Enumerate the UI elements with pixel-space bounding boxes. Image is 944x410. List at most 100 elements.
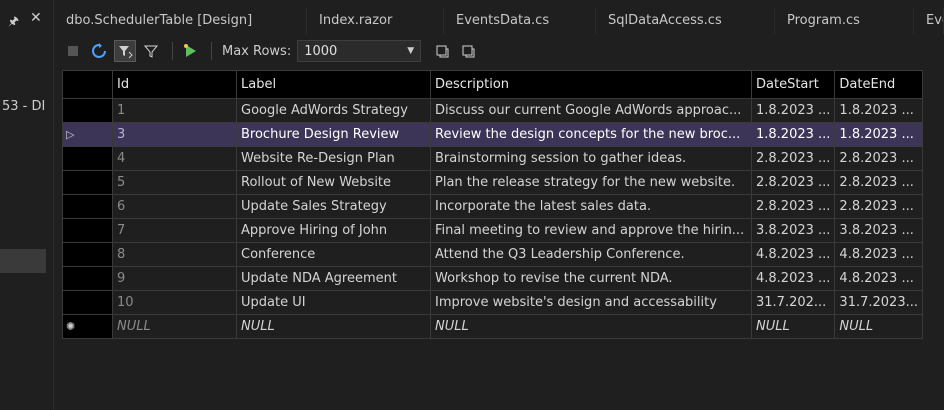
document-tabs: dbo.SchedulerTable [Design] Index.razor … <box>54 8 944 34</box>
cell-dateend[interactable]: 2.8.2023 ... <box>834 146 923 171</box>
cell-dateend[interactable]: 1.8.2023 ... <box>834 122 923 147</box>
cell-description[interactable]: Final meeting to review and approve the … <box>430 218 752 243</box>
max-rows-label: Max Rows: <box>222 43 292 59</box>
row-header[interactable] <box>62 242 113 267</box>
cell-dateend[interactable]: 2.8.2023 ... <box>834 194 923 219</box>
cell-datestart[interactable]: 1.8.2023 ... <box>750 122 836 147</box>
cell-description[interactable]: Review the design concepts for the new b… <box>430 122 752 147</box>
cell-label[interactable]: Update UI <box>236 290 431 315</box>
toolbar-separator <box>172 42 173 60</box>
filter-icon[interactable] <box>140 40 162 62</box>
cell-id[interactable]: 9 <box>112 266 237 291</box>
row-header[interactable] <box>62 170 113 195</box>
cell-label[interactable]: Update NDA Agreement <box>236 266 431 291</box>
cell-dateend[interactable]: NULL <box>834 314 923 339</box>
table-row[interactable]: 9 Update NDA Agreement Workshop to revis… <box>62 266 923 291</box>
side-panel-selected-item[interactable] <box>0 249 46 273</box>
cell-description[interactable]: Improve website's design and accessabili… <box>430 290 752 315</box>
column-header-datestart[interactable]: DateStart <box>750 70 836 99</box>
tab-events-data[interactable]: EventsData.cs <box>444 8 596 34</box>
table-row[interactable]: 1 Google AdWords Strategy Discuss our cu… <box>62 98 923 123</box>
cell-label[interactable]: NULL <box>236 314 431 339</box>
cell-id[interactable]: 1 <box>112 98 237 123</box>
pin-icon[interactable]: 🖈 <box>8 12 19 33</box>
table-row[interactable]: 8 Conference Attend the Q3 Leadership Co… <box>62 242 923 267</box>
cell-label[interactable]: Rollout of New Website <box>236 170 431 195</box>
table-row[interactable]: 4 Website Re-Design Plan Brainstorming s… <box>62 146 923 171</box>
stop-icon[interactable] <box>62 40 84 62</box>
row-header[interactable]: ▷ <box>62 122 113 147</box>
cell-id[interactable]: 3 <box>112 122 237 147</box>
cell-id[interactable]: NULL <box>112 314 237 339</box>
cell-id[interactable]: 7 <box>112 218 237 243</box>
cell-description[interactable]: Discuss our current Google AdWords appro… <box>430 98 752 123</box>
cell-label[interactable]: Update Sales Strategy <box>236 194 431 219</box>
cell-description[interactable]: Workshop to revise the current NDA. <box>430 266 752 291</box>
toolbar-separator <box>211 42 212 60</box>
column-header-description[interactable]: Description <box>430 70 752 99</box>
cell-datestart[interactable]: 3.8.2023 ... <box>750 218 836 243</box>
row-header[interactable] <box>62 194 113 219</box>
max-rows-value: 1000 <box>304 43 338 59</box>
new-row[interactable]: ✺ NULL NULL NULL NULL NULL <box>62 314 923 339</box>
script-icon[interactable] <box>431 40 453 62</box>
cell-datestart[interactable]: 2.8.2023 ... <box>750 170 836 195</box>
cell-description[interactable]: Brainstorming session to gather ideas. <box>430 146 752 171</box>
cell-dateend[interactable]: 4.8.2023 ... <box>834 242 923 267</box>
cell-datestart[interactable]: NULL <box>750 314 836 339</box>
column-header-dateend[interactable]: DateEnd <box>834 70 923 99</box>
cell-label[interactable]: Conference <box>236 242 431 267</box>
row-header[interactable] <box>62 146 113 171</box>
row-header[interactable] <box>62 290 113 315</box>
tab-scheduler-table-design[interactable]: dbo.SchedulerTable [Design] <box>54 8 307 34</box>
cell-datestart[interactable]: 4.8.2023 ... <box>750 266 836 291</box>
tab-index-razor[interactable]: Index.razor <box>307 8 444 34</box>
cell-dateend[interactable]: 2.8.2023 ... <box>834 170 923 195</box>
cell-datestart[interactable]: 4.8.2023 ... <box>750 242 836 267</box>
cell-datestart[interactable]: 2.8.2023 ... <box>750 194 836 219</box>
corner-cell[interactable] <box>62 70 113 99</box>
cell-id[interactable]: 8 <box>112 242 237 267</box>
script-copy-icon[interactable] <box>457 40 479 62</box>
tab-program-cs[interactable]: Program.cs <box>775 8 914 34</box>
row-header[interactable] <box>62 266 113 291</box>
cell-id[interactable]: 6 <box>112 194 237 219</box>
column-header-id[interactable]: Id <box>112 70 237 99</box>
cell-label[interactable]: Brochure Design Review <box>236 122 431 147</box>
cell-id[interactable]: 4 <box>112 146 237 171</box>
table-row[interactable]: 10 Update UI Improve website's design an… <box>62 290 923 315</box>
cell-description[interactable]: Incorporate the latest sales data. <box>430 194 752 219</box>
close-icon[interactable]: ✕ <box>30 10 42 26</box>
cell-description[interactable]: Attend the Q3 Leadership Conference. <box>430 242 752 267</box>
cell-label[interactable]: Approve Hiring of John <box>236 218 431 243</box>
cell-dateend[interactable]: 3.8.2023 ... <box>834 218 923 243</box>
cell-datestart[interactable]: 2.8.2023 ... <box>750 146 836 171</box>
cell-datestart[interactable]: 1.8.2023 ... <box>750 98 836 123</box>
row-header[interactable] <box>62 98 113 123</box>
cell-description[interactable]: Plan the release strategy for the new we… <box>430 170 752 195</box>
row-header[interactable] <box>62 218 113 243</box>
table-row[interactable]: 6 Update Sales Strategy Incorporate the … <box>62 194 923 219</box>
tab-events-truncated[interactable]: Eve <box>914 8 944 34</box>
tab-sql-data-access[interactable]: SqlDataAccess.cs <box>596 8 775 34</box>
cell-id[interactable]: 10 <box>112 290 237 315</box>
max-rows-select[interactable]: 1000 ▼ <box>297 40 422 62</box>
cell-dateend[interactable]: 1.8.2023 ... <box>834 98 923 123</box>
cell-dateend[interactable]: 31.7.2023... <box>834 290 923 315</box>
cell-label[interactable]: Website Re-Design Plan <box>236 146 431 171</box>
cell-description[interactable]: NULL <box>430 314 752 339</box>
side-panel: 🖈 ✕ 53 - DI <box>0 0 54 410</box>
new-row-icon: ✺ <box>66 320 76 333</box>
cell-dateend[interactable]: 4.8.2023 ... <box>834 266 923 291</box>
execute-icon[interactable] <box>179 40 201 62</box>
row-header[interactable]: ✺ <box>62 314 113 339</box>
cell-label[interactable]: Google AdWords Strategy <box>236 98 431 123</box>
filter-sort-icon[interactable] <box>114 40 136 62</box>
cell-id[interactable]: 5 <box>112 170 237 195</box>
table-row[interactable]: 5 Rollout of New Website Plan the releas… <box>62 170 923 195</box>
table-row-selected[interactable]: ▷ 3 Brochure Design Review Review the de… <box>62 122 923 147</box>
cell-datestart[interactable]: 31.7.202... <box>750 290 836 315</box>
column-header-label[interactable]: Label <box>236 70 431 99</box>
refresh-icon[interactable] <box>88 40 110 62</box>
table-row[interactable]: 7 Approve Hiring of John Final meeting t… <box>62 218 923 243</box>
